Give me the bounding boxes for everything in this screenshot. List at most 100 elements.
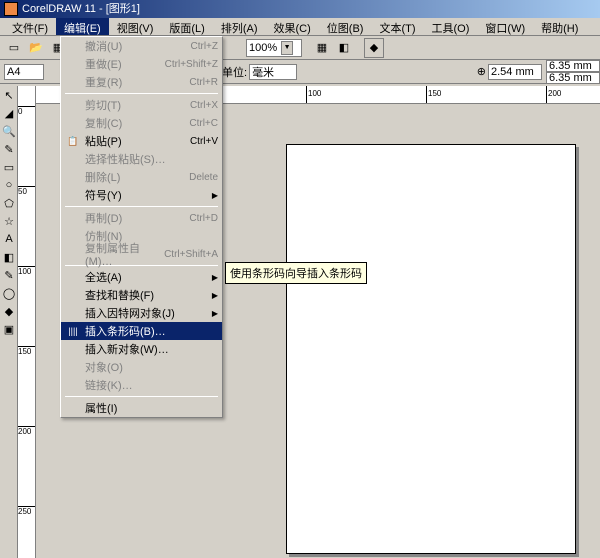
pick-tool-icon[interactable]: ↖ xyxy=(1,87,17,103)
menu-item: 复制属性自(M)…Ctrl+Shift+A xyxy=(61,245,222,263)
menu-separator xyxy=(65,93,218,94)
open-icon[interactable]: 📂 xyxy=(26,38,46,58)
text-tool-icon[interactable]: A xyxy=(1,231,17,247)
menu-8[interactable]: 工具(O) xyxy=(424,18,478,35)
menu-shortcut: Delete xyxy=(189,172,218,183)
menu-item-icon xyxy=(65,378,81,392)
menu-item-label: 插入条形码(B)… xyxy=(85,323,218,339)
menu-item[interactable]: 属性(I) xyxy=(61,399,222,417)
menu-item-label: 全选(A) xyxy=(85,269,212,285)
zoom-tool-icon[interactable]: 🔍 xyxy=(1,123,17,139)
snap-icon[interactable]: ▦ xyxy=(312,38,332,58)
shape-tool-icon[interactable]: ◢ xyxy=(1,105,17,121)
launch-icon[interactable]: ◆ xyxy=(364,38,384,58)
menu-item-icon xyxy=(65,360,81,374)
menu-item-icon xyxy=(65,211,81,225)
menu-item[interactable]: 查找和替换(F)▶ xyxy=(61,286,222,304)
menu-item: 撤消(U)Ctrl+Z xyxy=(61,37,222,55)
menu-item-label: 粘贴(P) xyxy=(85,133,190,149)
eyedropper-tool-icon[interactable]: ✎ xyxy=(1,267,17,283)
menu-item: 剪切(T)Ctrl+X xyxy=(61,96,222,114)
menu-item-label: 插入因特网对象(J) xyxy=(85,305,212,321)
menu-5[interactable]: 效果(C) xyxy=(266,18,319,35)
menu-item-icon xyxy=(65,247,81,261)
menu-item-icon: 📋 xyxy=(65,134,81,148)
dup-x-input[interactable]: 6.35 mm xyxy=(546,60,600,72)
menu-shortcut: Ctrl+V xyxy=(190,136,218,147)
ruler-tick: 200 xyxy=(18,426,35,436)
menu-item-icon xyxy=(65,152,81,166)
menu-item[interactable]: 插入因特网对象(J)▶ xyxy=(61,304,222,322)
menu-item-label: 属性(I) xyxy=(85,400,218,416)
menu-item[interactable]: 📋 粘贴(P)Ctrl+V xyxy=(61,132,222,150)
menu-item-label: 重复(R) xyxy=(85,74,189,90)
paper-size-combo[interactable]: A4 xyxy=(4,64,44,80)
fill-tool-icon[interactable]: ◆ xyxy=(1,303,17,319)
title-bar: CorelDRAW 11 - [图形1] xyxy=(0,0,600,18)
menu-item-icon xyxy=(65,57,81,71)
ruler-tick: 250 xyxy=(18,506,35,516)
unit-combo[interactable]: 毫米 xyxy=(249,64,297,80)
menu-2[interactable]: 视图(V) xyxy=(109,18,162,35)
menu-item: 删除(L)Delete xyxy=(61,168,222,186)
interactive-fill-tool-icon[interactable]: ▣ xyxy=(1,321,17,337)
shapes-tool-icon[interactable]: ☆ xyxy=(1,213,17,229)
menu-item-icon xyxy=(65,288,81,302)
menu-0[interactable]: 文件(F) xyxy=(4,18,56,35)
menu-shortcut: Ctrl+Shift+Z xyxy=(165,59,218,70)
blend-tool-icon[interactable]: ◧ xyxy=(1,249,17,265)
menu-item-label: 符号(Y) xyxy=(85,187,212,203)
menu-item-icon xyxy=(65,229,81,243)
menu-7[interactable]: 文本(T) xyxy=(371,18,423,35)
submenu-arrow-icon: ▶ xyxy=(212,291,218,300)
ruler-tick: 150 xyxy=(18,346,35,356)
menu-6[interactable]: 位图(B) xyxy=(319,18,372,35)
submenu-arrow-icon: ▶ xyxy=(212,191,218,200)
menu-item-label: 查找和替换(F) xyxy=(85,287,212,303)
zoom-combo[interactable]: 100% ▼ xyxy=(246,39,302,57)
menu-4[interactable]: 排列(A) xyxy=(213,18,266,35)
menu-item: 重做(E)Ctrl+Shift+Z xyxy=(61,55,222,73)
new-icon[interactable]: ▭ xyxy=(4,38,24,58)
menu-item: 对象(O) xyxy=(61,358,222,376)
polygon-tool-icon[interactable]: ⬠ xyxy=(1,195,17,211)
submenu-arrow-icon: ▶ xyxy=(212,309,218,318)
menu-item-label: 复制(C) xyxy=(85,115,189,131)
menu-separator xyxy=(65,396,218,397)
ruler-tick: 200 xyxy=(546,86,561,103)
vertical-ruler: 050100150200250 xyxy=(18,86,36,558)
menu-item-label: 重做(E) xyxy=(85,56,165,72)
duplicate-distance-field: 6.35 mm 6.35 mm xyxy=(546,60,600,84)
nudge-field: ⊕ 2.54 mm xyxy=(477,64,542,80)
dup-y-input[interactable]: 6.35 mm xyxy=(546,72,600,84)
menu-item[interactable]: 全选(A)▶ xyxy=(61,268,222,286)
outline-tool-icon[interactable]: ◯ xyxy=(1,285,17,301)
menu-1[interactable]: 编辑(E) xyxy=(56,18,109,35)
rectangle-tool-icon[interactable]: ▭ xyxy=(1,159,17,175)
menu-item-icon xyxy=(65,401,81,415)
options-icon[interactable]: ◧ xyxy=(334,38,354,58)
menu-item: 再制(D)Ctrl+D xyxy=(61,209,222,227)
freehand-tool-icon[interactable]: ✎ xyxy=(1,141,17,157)
menu-item[interactable]: ||||插入条形码(B)… xyxy=(61,322,222,340)
app-icon xyxy=(4,2,18,16)
menu-item-icon xyxy=(65,342,81,356)
menu-item-label: 链接(K)… xyxy=(85,377,218,393)
nudge-input[interactable]: 2.54 mm xyxy=(488,64,542,80)
menu-item-icon xyxy=(65,39,81,53)
menu-9[interactable]: 窗口(W) xyxy=(477,18,533,35)
unit-field: 单位: 毫米 xyxy=(222,64,297,80)
ruler-tick: 100 xyxy=(18,266,35,276)
toolbox: ↖ ◢ 🔍 ✎ ▭ ○ ⬠ ☆ A ◧ ✎ ◯ ◆ ▣ xyxy=(0,86,18,558)
menu-item[interactable]: 符号(Y)▶ xyxy=(61,186,222,204)
menu-item-icon xyxy=(65,188,81,202)
menu-item[interactable]: 插入新对象(W)… xyxy=(61,340,222,358)
menubar: 文件(F)编辑(E)视图(V)版面(L)排列(A)效果(C)位图(B)文本(T)… xyxy=(0,18,600,36)
menu-item-label: 对象(O) xyxy=(85,359,218,375)
menu-10[interactable]: 帮助(H) xyxy=(533,18,586,35)
ellipse-tool-icon[interactable]: ○ xyxy=(1,177,17,193)
menu-shortcut: Ctrl+Z xyxy=(191,41,219,52)
menu-separator xyxy=(65,206,218,207)
menu-3[interactable]: 版面(L) xyxy=(161,18,212,35)
ruler-tick: 150 xyxy=(426,86,441,103)
